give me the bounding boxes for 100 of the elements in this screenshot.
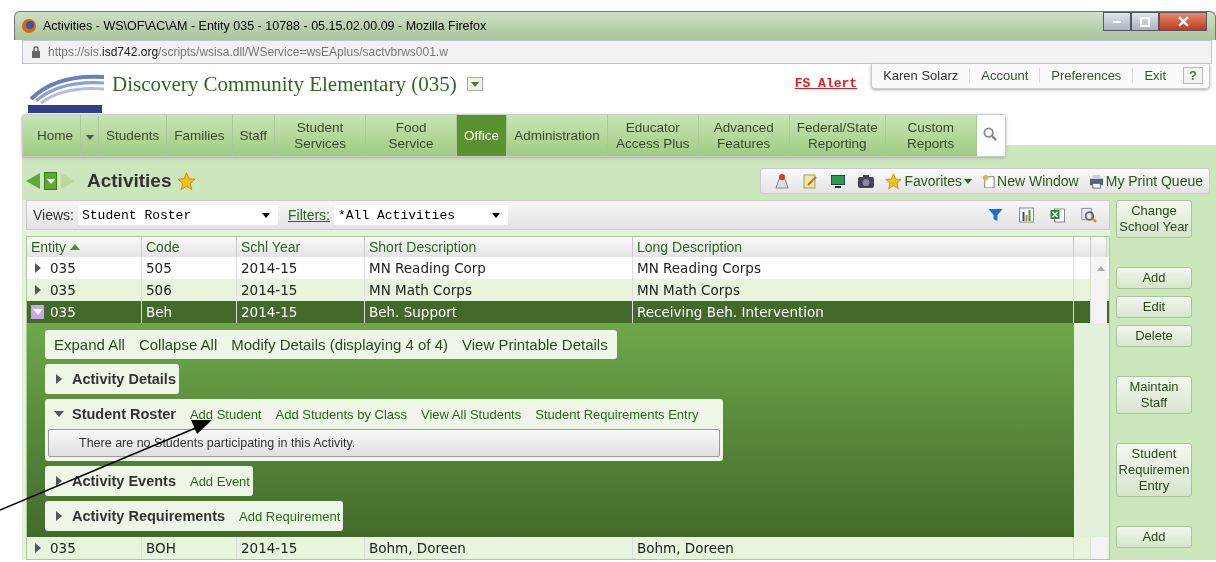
scrollbar-track[interactable] (1091, 537, 1107, 559)
minimize-icon (1113, 20, 1121, 23)
side-button[interactable]: Change School Year (1116, 200, 1192, 238)
views-label: Views: (33, 207, 74, 223)
user-menu-link[interactable]: Account (969, 68, 1040, 83)
table-row[interactable]: 035 506 2014-15 MN Math Corps MN Math Corps (27, 279, 1109, 301)
column-header[interactable]: Short Description (365, 237, 633, 257)
caret-icon (492, 212, 500, 218)
lock-icon (31, 46, 41, 58)
nav-tab[interactable]: Educator Access Plus (607, 115, 699, 156)
print-queue-link[interactable]: My Print Queue (1088, 173, 1203, 189)
maximize-icon (1140, 16, 1150, 27)
maximize-button[interactable] (1131, 12, 1159, 31)
caret-icon (85, 135, 94, 140)
section-toggle-icon[interactable] (54, 476, 64, 486)
nav-tab[interactable]: Custom Reports (885, 115, 977, 156)
new-window-link[interactable]: New Window (982, 173, 1079, 189)
nav-tab[interactable]: Administration (507, 115, 608, 156)
nav-tab[interactable]: Students (99, 115, 168, 156)
column-header[interactable]: Code (142, 237, 237, 257)
detail-action-link[interactable]: View Printable Details (462, 336, 608, 353)
side-button[interactable]: Add (1116, 267, 1192, 289)
table-cell: BOH (142, 537, 237, 559)
section-title[interactable]: Activity Events (72, 473, 176, 489)
page-title: Activities (87, 170, 172, 192)
nav-tab[interactable]: Families (167, 115, 233, 156)
fs-alert-link[interactable]: FS Alert (794, 75, 858, 91)
spreadsheet-icon[interactable] (1049, 207, 1066, 223)
table-row[interactable]: 035 505 2014-15 MN Reading Corp MN Reading Corps (27, 257, 1109, 279)
side-button[interactable]: Student Requiremen Entry (1116, 443, 1192, 497)
notepad-icon[interactable] (801, 173, 820, 189)
table-cell: Bohm, Doreen (365, 537, 633, 559)
nav-tab[interactable]: Advanced Features (698, 115, 790, 156)
section-toggle-icon[interactable] (54, 511, 64, 521)
empty-column-header (1074, 237, 1091, 257)
minimize-button[interactable] (1103, 12, 1131, 31)
camera-icon[interactable] (857, 173, 876, 189)
bar-chart-icon[interactable] (1018, 207, 1035, 223)
nav-tab[interactable]: Staff (232, 115, 276, 156)
section-link[interactable]: Student Requirements Entry (535, 406, 699, 422)
filters-link[interactable]: Filters: (288, 207, 330, 223)
section-title[interactable]: Activity Requirements (72, 508, 226, 524)
nav-tab[interactable]: Office (457, 115, 508, 156)
close-icon (1177, 16, 1189, 27)
detail-action-link[interactable]: Modify Details (displaying 4 of 4) (231, 336, 449, 353)
address-bar[interactable]: https://sis.isd742.org/scripts/wsisa.dll/WService=wsEAplus/sactvbrws001.w (22, 40, 1212, 64)
printer-icon (1088, 173, 1104, 189)
expand-toggle-icon[interactable] (31, 305, 44, 319)
side-button[interactable]: Maintain Staff (1116, 376, 1192, 414)
views-dropdown[interactable]: Student Roster (78, 205, 278, 225)
section-link[interactable]: Add Students by Class (275, 406, 407, 422)
detail-action-link[interactable]: Collapse All (138, 336, 218, 353)
search-icon (983, 126, 999, 142)
nav-tab[interactable]: Food Service (366, 115, 458, 156)
new-window-icon (982, 173, 996, 189)
side-button[interactable]: Add (1116, 526, 1192, 548)
caret-icon (964, 178, 973, 184)
section-toggle-icon[interactable] (54, 411, 64, 417)
section-toggle-icon[interactable] (54, 374, 64, 384)
section-title[interactable]: Student Roster (72, 406, 176, 422)
help-button[interactable]: ? (1183, 67, 1203, 84)
section-title[interactable]: Activity Details (72, 371, 176, 387)
table-cell: 035 (50, 540, 76, 556)
section-link[interactable]: Add Student (189, 406, 262, 422)
user-menu-link[interactable]: Exit (1132, 68, 1178, 83)
monitor-icon[interactable] (829, 173, 848, 189)
table-cell: 2014-15 (237, 537, 365, 559)
star-icon[interactable] (177, 171, 197, 191)
school-dropdown-button[interactable] (466, 77, 483, 91)
print-preview-icon[interactable] (1080, 207, 1097, 223)
table-row[interactable]: 035 BOH 2014-15 Bohm, Doreen Bohm, Doreen (27, 537, 1109, 559)
nav-tab[interactable]: Federal/State Reporting (789, 115, 886, 156)
section-link[interactable]: Add Requirement (239, 508, 341, 524)
caret-icon (470, 81, 479, 87)
column-header[interactable]: Schl Year (237, 237, 365, 257)
table-cell: Bohm, Doreen (633, 537, 1074, 559)
table-cell: 035 (50, 260, 76, 276)
nav-tab[interactable]: Home (23, 115, 81, 156)
filters-dropdown[interactable]: *All Activities (334, 205, 508, 225)
nav-tab[interactable]: Student Services (275, 115, 367, 156)
home-dropdown-button[interactable] (81, 115, 99, 156)
sort-ascending-icon (70, 244, 80, 250)
favorites-menu[interactable]: Favorites (885, 172, 973, 190)
column-header[interactable]: Entity (27, 237, 142, 257)
map-pin-icon[interactable] (773, 173, 792, 189)
column-header[interactable]: Long Description (633, 237, 1074, 257)
filter-icon[interactable] (987, 207, 1004, 223)
table-row[interactable]: 035 Beh 2014-15 Beh. Support Receiving Beh. Intervention (27, 301, 1109, 323)
close-button[interactable] (1159, 12, 1207, 31)
search-button[interactable] (976, 115, 1005, 156)
side-button[interactable]: Edit (1116, 296, 1192, 318)
detail-action-link[interactable]: Expand All (54, 336, 125, 353)
user-menu-link[interactable]: Karen Solarz (872, 68, 970, 83)
school-name: Discovery Community Elementary (035) (112, 71, 457, 97)
history-dropdown-button[interactable] (44, 172, 57, 190)
user-menu-link[interactable]: Preferences (1039, 68, 1133, 83)
section-link[interactable]: View All Students (421, 406, 522, 422)
side-button[interactable]: Delete (1116, 325, 1192, 347)
section-link[interactable]: Add Event (189, 473, 250, 489)
caret-icon (262, 212, 270, 218)
